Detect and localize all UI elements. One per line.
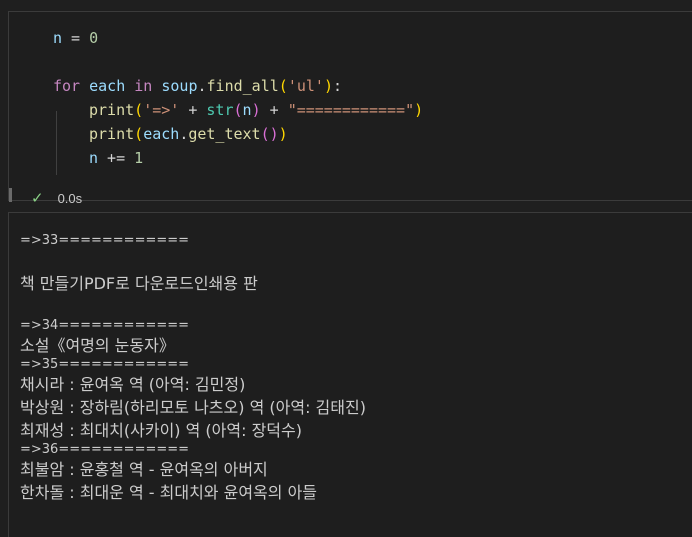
code-token: += xyxy=(98,149,135,167)
cell-output[interactable]: =>33============ 책 만들기PDF로 다운로드인쇄용 판 =>34=… xyxy=(8,212,692,537)
code-token: + xyxy=(260,101,288,119)
code-token: for xyxy=(53,77,81,95)
output-separator-line: =>34============ xyxy=(20,318,190,333)
code-token: ( xyxy=(134,125,144,143)
output-line: 최재성 : 최대치(사카이) 역 (아역: 장덕수) xyxy=(20,421,302,440)
output-separator-line: =>35============ xyxy=(20,357,190,372)
output-line: 책 만들기PDF로 다운로드인쇄용 판 xyxy=(20,274,258,293)
execution-time: 0.0s xyxy=(57,190,83,206)
execution-status: ✓ 0.0s xyxy=(31,188,82,208)
output-separator-line: =>36============ xyxy=(20,442,190,457)
code-token: n xyxy=(89,149,99,167)
output-line: 박상원 : 장하림(하리모토 나츠오) 역 (아역: 김태진) xyxy=(20,398,366,417)
code-token: 'ul' xyxy=(287,77,324,95)
code-token: ) xyxy=(323,77,333,95)
code-line[interactable] xyxy=(53,50,423,74)
code-token: . xyxy=(197,77,207,95)
code-token: soup xyxy=(161,77,198,95)
code-token: ) xyxy=(251,101,261,119)
code-token: each xyxy=(89,77,126,95)
code-line[interactable]: print('=>' + str(n) + "============") xyxy=(53,98,423,122)
code-token: ( xyxy=(278,77,288,95)
output-blank-line xyxy=(20,295,680,318)
output-text: =>33============ 책 만들기PDF로 다운로드인쇄용 판 =>34=… xyxy=(20,233,680,504)
code-line[interactable]: for each in soup.find_all('ul'): xyxy=(53,74,423,98)
code-token: ) xyxy=(269,125,279,143)
output-line: 한차돌 : 최대운 역 - 최대치와 윤여옥의 아들 xyxy=(20,483,318,502)
code-token: n xyxy=(53,29,63,47)
code-token: n xyxy=(242,101,252,119)
code-token: each xyxy=(143,125,180,143)
output-line: 소설《여명의 눈동자》 xyxy=(20,336,175,355)
code-token: get_text xyxy=(188,125,261,143)
code-token: ) xyxy=(414,101,424,119)
code-token: ( xyxy=(233,101,243,119)
check-icon: ✓ xyxy=(31,189,44,207)
code-token: 0 xyxy=(89,29,99,47)
code-line[interactable]: n = 0 xyxy=(53,26,423,50)
code-token: print xyxy=(89,125,135,143)
code-token: "============" xyxy=(287,101,415,119)
code-token: . xyxy=(179,125,189,143)
code-line[interactable]: print(each.get_text()) xyxy=(53,122,423,146)
code-token: + xyxy=(179,101,207,119)
code-token: print xyxy=(89,101,135,119)
code-token: = xyxy=(62,29,90,47)
code-token: ) xyxy=(278,125,288,143)
code-token: ( xyxy=(134,101,144,119)
code-token: find_all xyxy=(206,77,279,95)
output-line: 최불암 : 윤홍철 역 - 윤여옥의 아버지 xyxy=(20,460,268,479)
output-line: 채시라 : 윤여옥 역 (아역: 김민정) xyxy=(20,375,246,394)
code-token: : xyxy=(332,77,342,95)
code-token: 1 xyxy=(134,149,144,167)
code-token: ( xyxy=(260,125,270,143)
code-line[interactable]: n += 1 xyxy=(53,146,423,170)
code-editor[interactable]: n = 0 for each in soup.find_all('ul'): pri… xyxy=(53,26,423,170)
output-separator-line: =>33============ xyxy=(20,233,190,248)
output-blank-line xyxy=(20,249,680,272)
code-token: '=>' xyxy=(143,101,180,119)
code-token: str xyxy=(206,101,234,119)
code-cell[interactable]: n = 0 for each in soup.find_all('ul'): pri… xyxy=(8,11,692,207)
cell-gutter-marker xyxy=(9,188,12,202)
code-token: in xyxy=(134,77,153,95)
